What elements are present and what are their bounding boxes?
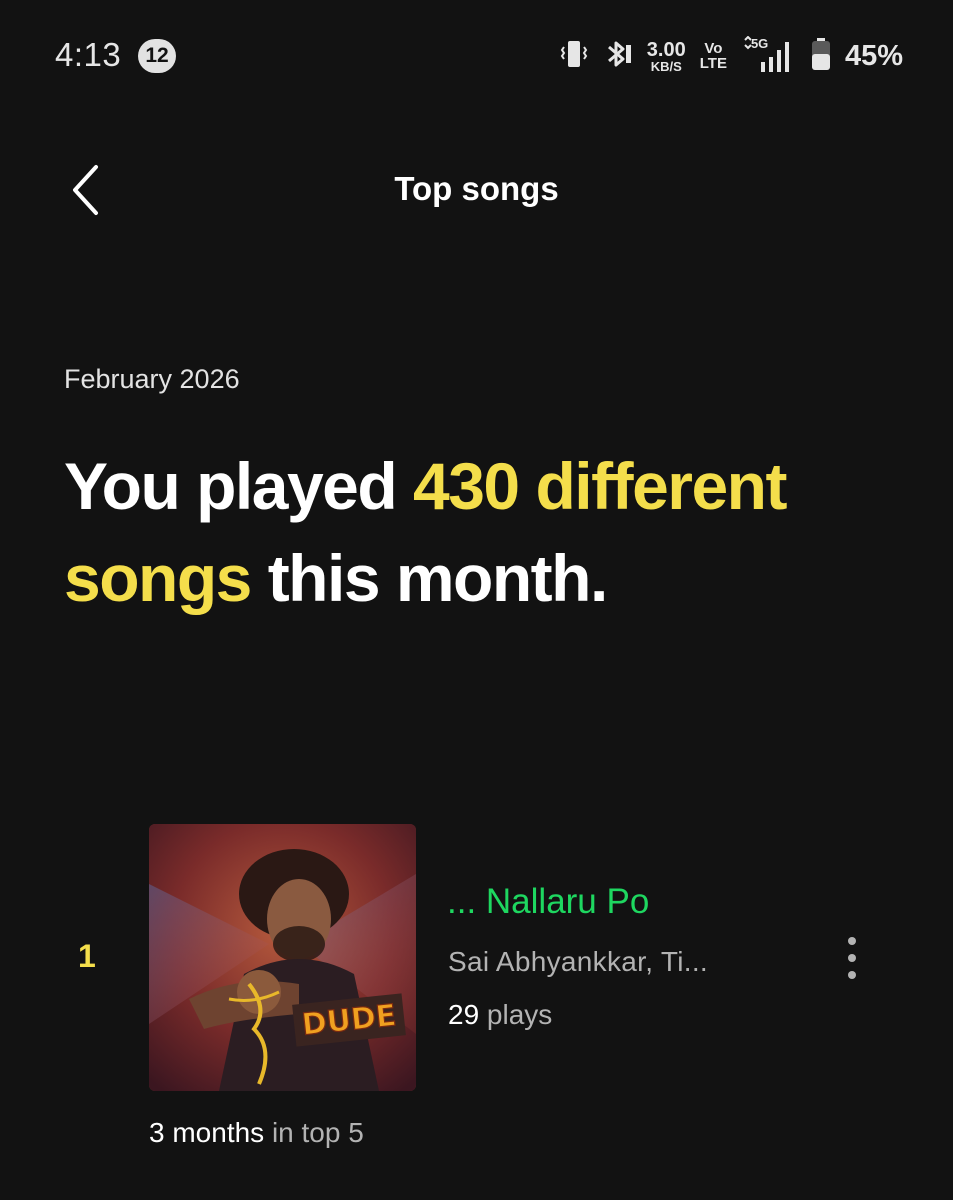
month-label: February 2026 — [64, 364, 240, 394]
summary-headline: You played 430 different songs this mont… — [64, 440, 904, 624]
signal-icon: 5G — [741, 36, 797, 76]
volte-bottom-label: LTE — [699, 55, 727, 72]
streak-label: in top 5 — [264, 1117, 364, 1148]
more-dot-icon — [848, 954, 856, 962]
headline-suffix: this month. — [250, 541, 609, 615]
status-bar: 4:13 12 3.00 KB/S Vo LTE 5G 45% — [0, 0, 953, 115]
status-icons: 3.00 KB/S Vo LTE 5G 45% — [559, 34, 903, 78]
more-options-button[interactable] — [832, 928, 872, 988]
bluetooth-icon — [603, 36, 633, 77]
network-speed: 3.00 KB/S — [647, 40, 686, 73]
plays-count: 29 — [448, 999, 480, 1030]
volte-indicator: Vo LTE — [700, 41, 727, 71]
streak-value: 3 months — [149, 1117, 265, 1148]
song-title[interactable]: ... Nallaru Po — [447, 882, 649, 922]
song-plays: 29 plays — [448, 999, 552, 1031]
headline-prefix: You played — [64, 449, 414, 523]
volte-top-label: Vo — [704, 40, 723, 57]
plays-label: plays — [479, 999, 553, 1030]
network-speed-value: 3.00 — [646, 38, 686, 61]
song-rank: 1 — [78, 938, 96, 974]
more-dot-icon — [848, 937, 856, 945]
album-art: DUDE — [149, 824, 416, 1091]
song-artists[interactable]: Sai Abhyankkar, Ti... — [448, 946, 708, 978]
battery-percent: 45% — [844, 39, 903, 72]
top5-streak: 3 months in top 5 — [149, 1117, 364, 1149]
notification-count-badge: 12 — [138, 39, 176, 73]
battery-icon — [811, 37, 831, 76]
more-dot-icon — [848, 971, 856, 979]
network-speed-unit: KB/S — [650, 58, 682, 74]
page-title: Top songs — [394, 170, 559, 207]
status-time: 4:13 — [55, 36, 122, 73]
vibrate-icon — [559, 36, 589, 77]
